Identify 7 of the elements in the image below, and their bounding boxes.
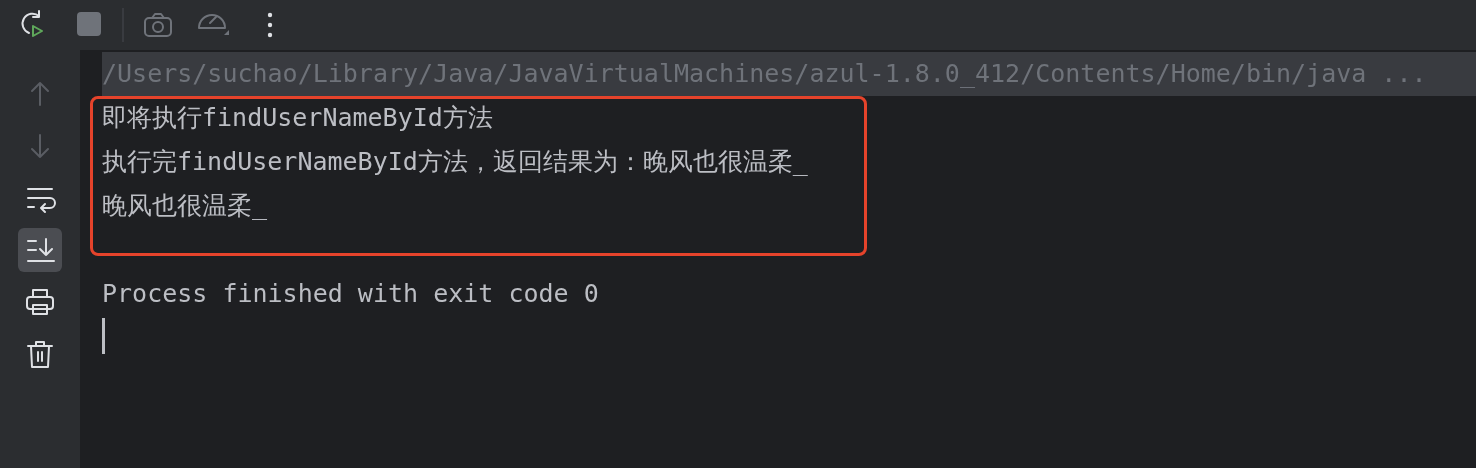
console-line: 即将执行findUserNameById方法 (102, 102, 493, 134)
console-line: 执行完findUserNameById方法，返回结果为：晚风也很温柔_ (102, 146, 808, 178)
scroll-to-end-button[interactable] (18, 228, 62, 272)
more-icon (267, 12, 273, 38)
console-line: Process finished with exit code 0 (102, 278, 599, 310)
console-line: 晚风也很温柔_ (102, 190, 268, 222)
gauge-icon (198, 14, 230, 36)
